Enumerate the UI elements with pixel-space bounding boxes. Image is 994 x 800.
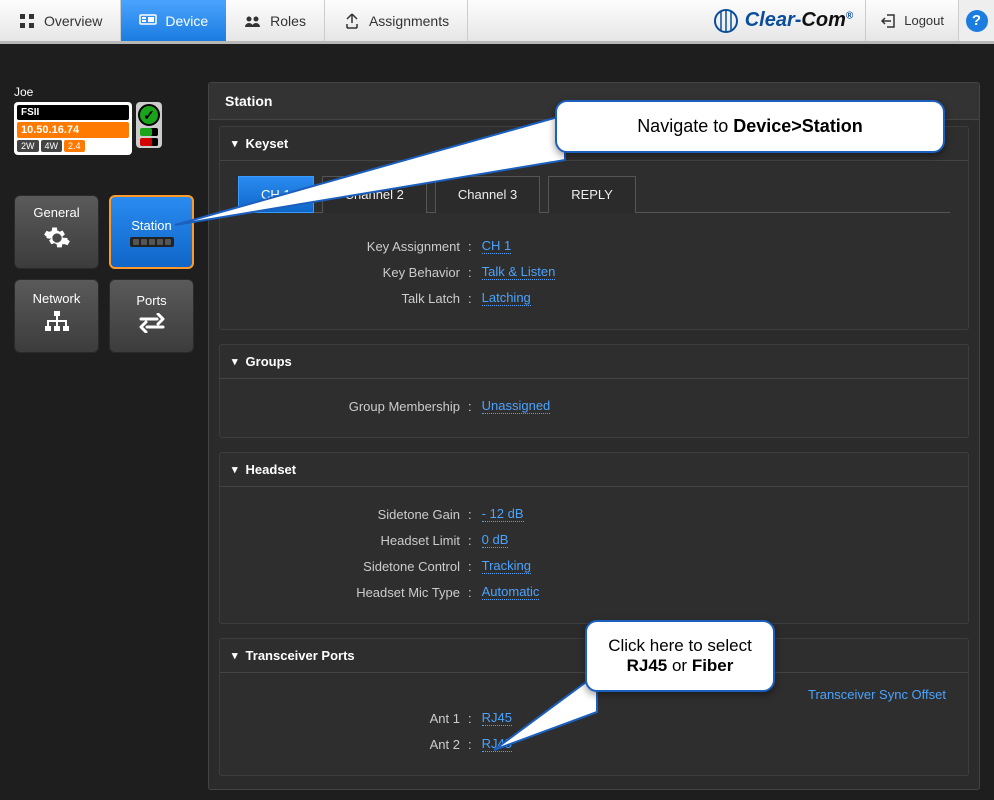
device-card[interactable]: FSII 10.50.16.74 2W 4W 2.4 ✓ [14,102,194,155]
label-sidetone-control: Sidetone Control [238,559,468,574]
tile-ports-label: Ports [136,293,166,308]
sync-offset-link[interactable]: Transceiver Sync Offset [808,687,946,702]
top-nav: Overview Device Roles Assignments Clear-… [0,0,994,44]
section-headset-head[interactable]: ▾ Headset [220,453,968,487]
nav-roles-label: Roles [270,13,306,29]
nav-overview-label: Overview [44,13,102,29]
help-icon: ? [966,10,988,32]
device-model: FSII [17,105,129,120]
label-mic-type: Headset Mic Type [238,585,468,600]
nav-assignments-label: Assignments [369,13,449,29]
device-box: FSII 10.50.16.74 2W 4W 2.4 [14,102,132,155]
nav-device-label: Device [165,13,208,29]
chevron-down-icon: ▾ [232,355,238,368]
value-key-behavior[interactable]: Talk & Listen [482,264,556,280]
value-headset-limit[interactable]: 0 dB [482,532,509,548]
label-key-assignment: Key Assignment [238,239,468,254]
row-sidetone-control: Sidetone Control: Tracking [238,553,950,579]
port-indicator-green [140,128,158,136]
badge-4w: 4W [41,140,63,152]
brand-logo: Clear-Com® [701,0,866,41]
tile-network[interactable]: Network [14,279,99,353]
badge-2w: 2W [17,140,39,152]
label-sidetone-gain: Sidetone Gain [238,507,468,522]
row-talk-latch: Talk Latch: Latching [238,285,950,311]
roles-icon [244,12,262,30]
ports-icon [138,312,166,340]
status-ok-icon: ✓ [138,104,160,126]
value-talk-latch[interactable]: Latching [482,290,531,306]
device-ip: 10.50.16.74 [17,122,129,138]
badge-24: 2.4 [64,140,85,152]
label-ant2: Ant 2 [238,737,468,752]
section-groups-head[interactable]: ▾ Groups [220,345,968,379]
value-mic-type[interactable]: Automatic [482,584,540,600]
side-nav: General Station Network Ports [14,195,194,353]
device-badges: 2W 4W 2.4 [17,140,129,152]
help-button[interactable]: ? [958,0,994,41]
callout-pointer-1 [170,110,570,230]
tile-station-label: Station [131,218,171,233]
section-groups: ▾ Groups Group Membership: Unassigned [219,344,969,438]
assignments-icon [343,12,361,30]
row-sidetone-gain: Sidetone Gain: - 12 dB [238,501,950,527]
nav-roles[interactable]: Roles [226,0,325,41]
logout-icon [880,12,898,30]
row-mic-type: Headset Mic Type: Automatic [238,579,950,605]
section-groups-title: Groups [246,354,292,369]
tile-general[interactable]: General [14,195,99,269]
chevron-down-icon: ▾ [232,649,238,662]
tile-general-label: General [33,205,79,220]
nav-device[interactable]: Device [121,0,226,41]
value-sidetone-control[interactable]: Tracking [482,558,531,574]
device-status: ✓ [136,102,162,148]
section-headset: ▾ Headset Sidetone Gain: - 12 dB Headset… [219,452,969,624]
chevron-down-icon: ▾ [232,463,238,476]
logout-label: Logout [904,13,944,28]
tile-network-label: Network [33,291,81,306]
logout-button[interactable]: Logout [865,0,958,41]
nav-assignments[interactable]: Assignments [325,0,468,41]
value-group-membership[interactable]: Unassigned [482,398,551,414]
label-group-membership: Group Membership [238,399,468,414]
gear-icon [43,224,71,259]
value-key-assignment[interactable]: CH 1 [482,238,512,254]
section-headset-title: Headset [246,462,297,477]
section-transceiver-title: Transceiver Ports [246,648,355,663]
nav-overview[interactable]: Overview [0,0,121,41]
tile-ports[interactable]: Ports [109,279,194,353]
left-panel: Joe FSII 10.50.16.74 2W 4W 2.4 ✓ General… [14,85,194,353]
grid-icon [18,12,36,30]
nav-spacer [468,0,701,41]
label-headset-limit: Headset Limit [238,533,468,548]
station-icon [130,237,174,247]
device-icon [139,12,157,30]
row-key-behavior: Key Behavior: Talk & Listen [238,259,950,285]
row-group-membership: Group Membership: Unassigned [238,393,950,419]
value-sidetone-gain[interactable]: - 12 dB [482,506,524,522]
label-ant1: Ant 1 [238,711,468,726]
callout-nav-hint: Navigate to Device>Station [555,100,945,153]
callout-port-hint: Click here to select RJ45 or Fiber [585,620,775,692]
user-name: Joe [14,85,194,99]
label-talk-latch: Talk Latch [238,291,468,306]
row-headset-limit: Headset Limit: 0 dB [238,527,950,553]
port-indicator-red [140,138,158,146]
network-icon [43,310,71,341]
row-key-assignment: Key Assignment: CH 1 [238,233,950,259]
label-key-behavior: Key Behavior [238,265,468,280]
brand-icon [713,8,739,34]
